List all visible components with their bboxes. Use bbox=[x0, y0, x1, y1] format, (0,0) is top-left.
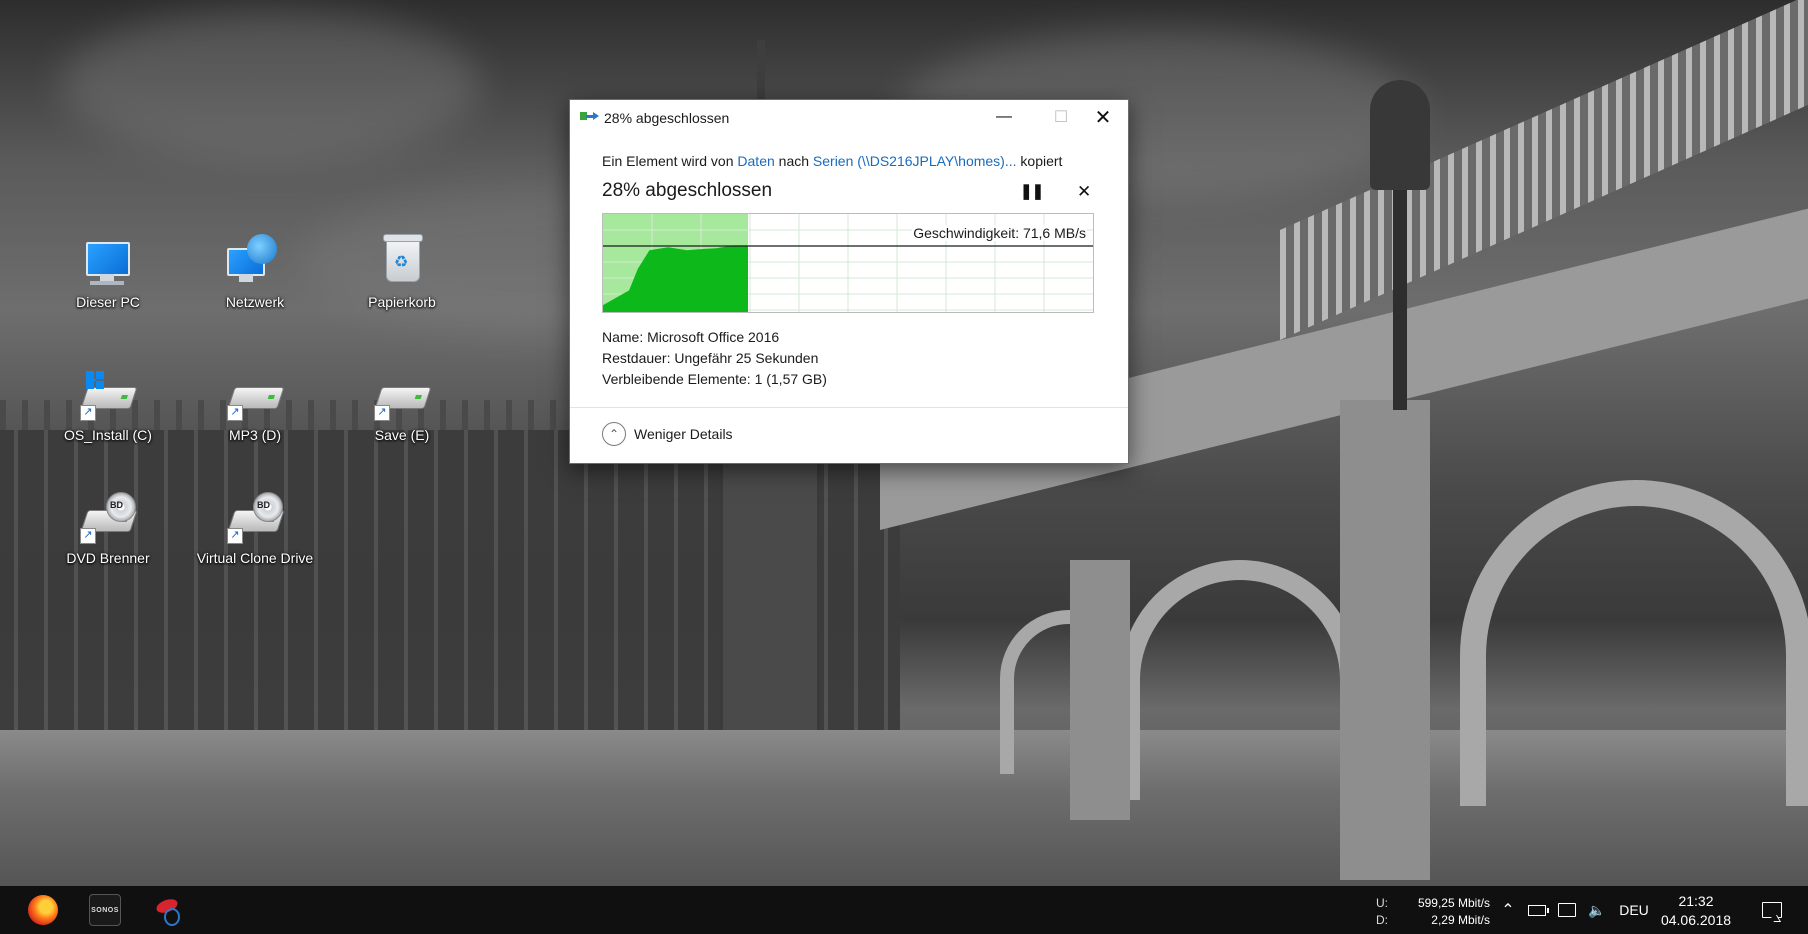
desktop-icon-drive-e[interactable]: ↗ Save (E) bbox=[337, 367, 467, 443]
notification-icon bbox=[1762, 902, 1782, 918]
target-folder-link[interactable]: Serien (\\DS216JPLAY\homes)... bbox=[813, 153, 1017, 169]
detail-label: Name: bbox=[602, 329, 644, 345]
action-center-button[interactable] bbox=[1752, 886, 1792, 934]
desktop-icon-dvd-burner[interactable]: BD ↗ DVD Brenner bbox=[43, 490, 173, 566]
cancel-button[interactable]: ✕ bbox=[1077, 182, 1091, 202]
upload-label: U: bbox=[1376, 896, 1388, 910]
minimize-button[interactable]: — bbox=[981, 100, 1027, 134]
less-details-toggle[interactable]: ⌃ Weniger Details bbox=[602, 422, 733, 446]
desktop-icon-network[interactable]: Netzwerk bbox=[190, 234, 320, 310]
copy-progress-dialog: 28% abgeschlossen — ☐ ✕ Ein Element wird… bbox=[569, 99, 1129, 464]
transfer-details: Name: Microsoft Office 2016 Restdauer: U… bbox=[602, 327, 827, 390]
chevron-up-icon: ⌃ bbox=[602, 422, 626, 446]
source-folder-link[interactable]: Daten bbox=[737, 153, 774, 169]
bridge-arch bbox=[1460, 480, 1808, 806]
pause-button[interactable]: ❚❚ bbox=[1020, 182, 1044, 200]
network-button[interactable] bbox=[1554, 886, 1580, 934]
copy-description-mid: nach bbox=[778, 153, 810, 169]
dialog-titlebar[interactable]: 28% abgeschlossen — ☐ ✕ bbox=[570, 100, 1128, 136]
copy-description: Ein Element wird von Daten nach Serien (… bbox=[602, 153, 1062, 169]
copy-description-prefix: Ein Element wird von bbox=[602, 153, 734, 169]
bridge-pier bbox=[1070, 560, 1130, 820]
progress-status: 28% abgeschlossen bbox=[602, 180, 773, 201]
desktop-icon-label: OS_Install (C) bbox=[64, 427, 152, 443]
desktop-icon-label: DVD Brenner bbox=[66, 550, 150, 566]
desktop-icon-label: MP3 (D) bbox=[228, 427, 282, 443]
detail-items-row: Verbleibende Elemente: 1 (1,57 GB) bbox=[602, 369, 827, 390]
shortcut-arrow-icon: ↗ bbox=[227, 528, 243, 544]
speed-label: Geschwindigkeit: 71,6 MB/s bbox=[912, 225, 1087, 241]
maximize-icon: ☐ bbox=[1053, 109, 1069, 126]
bridge-arch bbox=[1120, 560, 1360, 800]
desktop-icon-this-pc[interactable]: Dieser PC bbox=[43, 234, 173, 310]
desktop-icon-label: Netzwerk bbox=[225, 294, 285, 310]
sonos-icon: SONOS bbox=[89, 894, 121, 926]
taskbar-app-firefox[interactable] bbox=[19, 886, 67, 934]
maximize-button[interactable]: ☐ bbox=[1038, 100, 1084, 134]
network-icon bbox=[227, 234, 283, 290]
desktop-icon-label: Dieser PC bbox=[76, 294, 140, 310]
volume-button[interactable]: 🔈 bbox=[1584, 886, 1610, 934]
snipping-tool-icon bbox=[154, 896, 182, 926]
detail-value: Ungefähr 25 Sekunden bbox=[674, 350, 819, 366]
detail-label: Verbleibende Elemente: bbox=[602, 371, 751, 387]
desktop-icon-virtual-clone-drive[interactable]: BD ↗ Virtual Clone Drive bbox=[190, 490, 320, 566]
detail-value: Microsoft Office 2016 bbox=[647, 329, 780, 345]
desktop-icon-label: Virtual Clone Drive bbox=[196, 550, 314, 566]
download-value: 2,29 Mbit/s bbox=[1431, 913, 1490, 927]
cloud bbox=[60, 10, 480, 160]
minimize-icon: — bbox=[996, 108, 1012, 125]
transfer-speed-graph: Geschwindigkeit: 71,6 MB/s bbox=[602, 213, 1094, 313]
show-hidden-icons-button[interactable]: ⌃ bbox=[1496, 886, 1520, 934]
input-language-button[interactable]: DEU bbox=[1614, 886, 1654, 934]
file-copy-icon bbox=[580, 112, 599, 124]
network-meter-values[interactable]: 599,25 Mbit/s 2,29 Mbit/s bbox=[1404, 895, 1490, 929]
less-details-label: Weniger Details bbox=[634, 426, 733, 442]
battery-icon bbox=[1528, 904, 1549, 916]
drive-icon: ↗ bbox=[374, 367, 432, 423]
shortcut-arrow-icon: ↗ bbox=[227, 405, 243, 421]
desktop-icon-label: Papierkorb bbox=[368, 294, 436, 310]
pause-icon: ❚❚ bbox=[1020, 183, 1044, 200]
bridge-pier bbox=[1340, 400, 1430, 880]
download-label: D: bbox=[1376, 913, 1388, 927]
network-meter-labels: U: D: bbox=[1376, 895, 1388, 929]
speaker-icon: 🔈 bbox=[1588, 901, 1606, 918]
lamp-head bbox=[1370, 80, 1430, 190]
close-icon: ✕ bbox=[1094, 106, 1112, 129]
detail-name-row: Name: Microsoft Office 2016 bbox=[602, 327, 827, 348]
chevron-up-icon: ⌃ bbox=[1501, 902, 1515, 919]
shortcut-arrow-icon: ↗ bbox=[80, 405, 96, 421]
desktop-icon-drive-d[interactable]: ↗ MP3 (D) bbox=[190, 367, 320, 443]
clock-date: 04.06.2018 bbox=[1660, 912, 1732, 928]
computer-icon bbox=[80, 234, 136, 290]
shortcut-arrow-icon: ↗ bbox=[374, 405, 390, 421]
taskbar-clock[interactable]: 21:32 04.06.2018 bbox=[1656, 892, 1736, 930]
drive-icon: ↗ bbox=[227, 367, 285, 423]
firefox-icon bbox=[28, 895, 58, 925]
taskbar-app-sonos[interactable]: SONOS bbox=[81, 886, 129, 934]
desktop-icon-drive-c[interactable]: ↗ OS_Install (C) bbox=[43, 367, 173, 443]
network-icon bbox=[1558, 903, 1576, 917]
dialog-divider bbox=[570, 407, 1128, 408]
detail-remaining-row: Restdauer: Ungefähr 25 Sekunden bbox=[602, 348, 827, 369]
dialog-title: 28% abgeschlossen bbox=[604, 110, 730, 126]
detail-value: 1 (1,57 GB) bbox=[754, 371, 827, 387]
close-icon: ✕ bbox=[1077, 182, 1092, 201]
copy-description-suffix: kopiert bbox=[1020, 153, 1063, 169]
taskbar-app-snipping-tool[interactable] bbox=[144, 886, 192, 934]
system-drive-icon: ↗ bbox=[80, 367, 138, 423]
bluray-drive-icon: BD ↗ bbox=[227, 490, 285, 546]
recycle-bin-icon: ♻ bbox=[374, 234, 430, 290]
shortcut-arrow-icon: ↗ bbox=[80, 528, 96, 544]
desktop-icon-label: Save (E) bbox=[374, 427, 430, 443]
close-button[interactable]: ✕ bbox=[1080, 100, 1126, 134]
bluray-drive-icon: BD ↗ bbox=[80, 490, 138, 546]
upload-value: 599,25 Mbit/s bbox=[1417, 896, 1490, 910]
clock-time: 21:32 bbox=[1678, 893, 1714, 909]
detail-label: Restdauer: bbox=[602, 350, 671, 366]
taskbar: SONOS U: D: 599,25 Mbit/s 2,29 Mbit/s ⌃ … bbox=[0, 886, 1808, 934]
battery-button[interactable] bbox=[1524, 886, 1550, 934]
desktop-icon-recycle-bin[interactable]: ♻ Papierkorb bbox=[337, 234, 467, 310]
